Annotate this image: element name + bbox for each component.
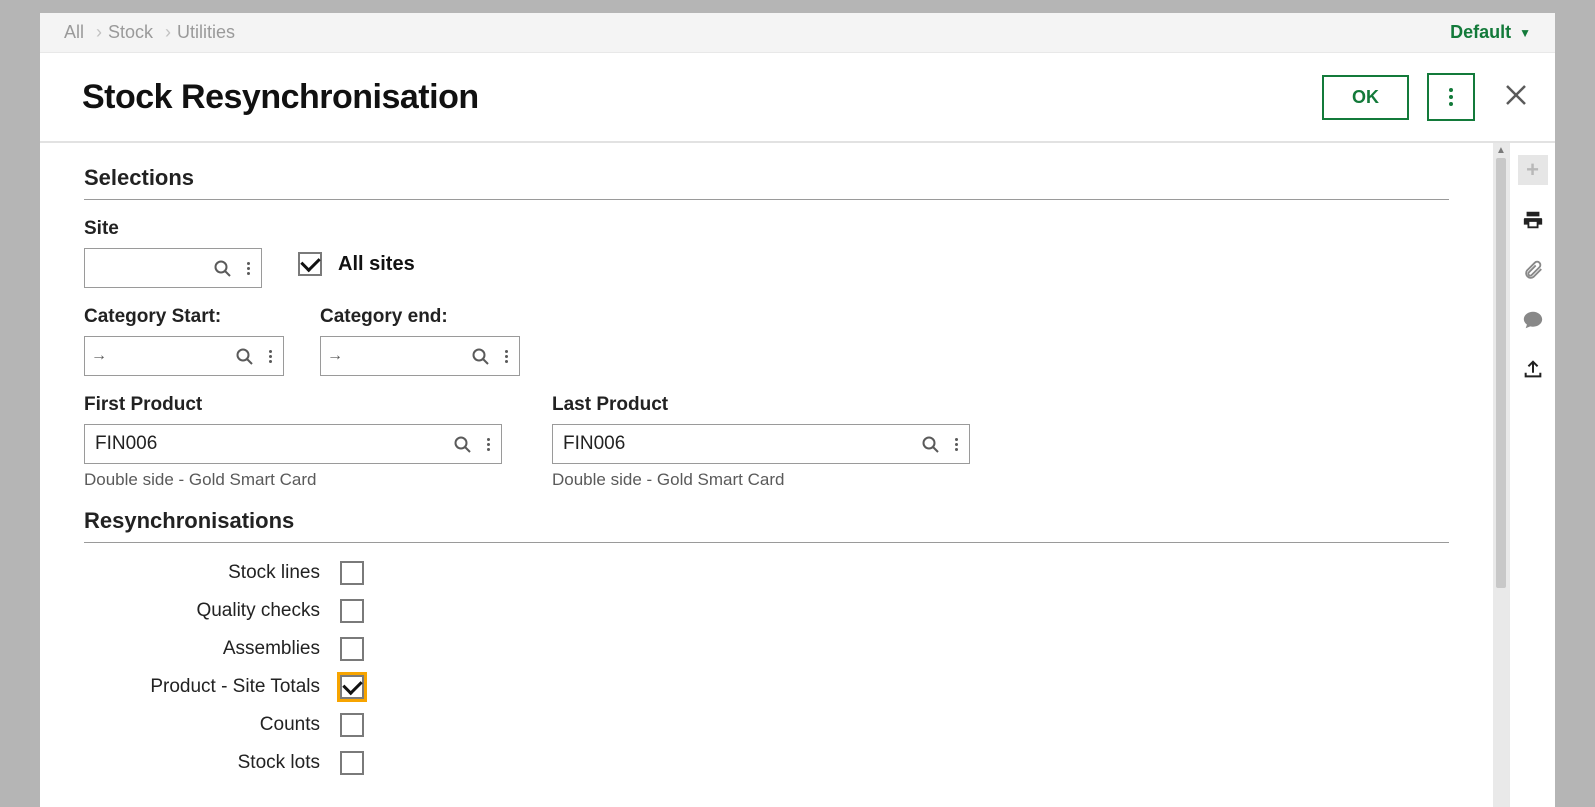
- body: Selections Site: [40, 143, 1555, 807]
- scroll-up-arrow-icon[interactable]: ▲: [1496, 145, 1506, 156]
- field-menu-button[interactable]: [235, 262, 261, 275]
- vertical-dots-icon: [1449, 88, 1453, 106]
- close-button[interactable]: [1501, 82, 1531, 112]
- search-icon[interactable]: [209, 260, 235, 277]
- resync-row: Assemblies: [84, 637, 1449, 661]
- search-icon[interactable]: [467, 348, 493, 365]
- search-icon[interactable]: [449, 436, 475, 453]
- first-product-input-wrap: [84, 424, 502, 464]
- last-product-helper: Double side - Gold Smart Card: [552, 470, 970, 490]
- search-icon[interactable]: [231, 348, 257, 365]
- category-start-input-wrap: →: [84, 336, 284, 376]
- resync-checkbox[interactable]: [340, 675, 364, 699]
- attachment-icon[interactable]: [1518, 255, 1548, 285]
- resync-item-label: Stock lots: [84, 752, 320, 774]
- last-product-input[interactable]: [553, 433, 917, 455]
- field-menu-button[interactable]: [475, 438, 501, 451]
- site-input[interactable]: [85, 257, 209, 279]
- resync-row: Quality checks: [84, 599, 1449, 623]
- resync-row: Stock lots: [84, 751, 1449, 775]
- app-window: All › Stock › Utilities Default ▼ Stock …: [40, 13, 1555, 807]
- category-end-label: Category end:: [320, 306, 520, 328]
- resync-checkbox[interactable]: [340, 637, 364, 661]
- resync-row: Counts: [84, 713, 1449, 737]
- breadcrumb-utilities[interactable]: Utilities: [177, 22, 235, 43]
- resync-item-label: Product - Site Totals: [84, 676, 320, 698]
- view-mode-label[interactable]: Default: [1450, 22, 1511, 43]
- export-icon[interactable]: [1518, 355, 1548, 385]
- category-start-input[interactable]: [113, 345, 231, 367]
- resync-item-label: Quality checks: [84, 600, 320, 622]
- section-resync-title: Resynchronisations: [84, 508, 1449, 534]
- right-rail: +: [1509, 143, 1555, 807]
- category-start-label: Category Start:: [84, 306, 284, 328]
- resync-item-label: Assemblies: [84, 638, 320, 660]
- print-icon[interactable]: [1518, 205, 1548, 235]
- chevron-right-icon: ›: [96, 22, 102, 43]
- resync-list: Stock lines Quality checks Assemblies Produ…: [84, 561, 1449, 775]
- breadcrumb: All › Stock › Utilities Default ▼: [40, 13, 1555, 53]
- first-product-input[interactable]: [85, 433, 449, 455]
- first-product-label: First Product: [84, 394, 502, 416]
- resync-row: Stock lines: [84, 561, 1449, 585]
- page-header: Stock Resynchronisation OK: [40, 53, 1555, 143]
- field-menu-button[interactable]: [493, 350, 519, 363]
- last-product-input-wrap: [552, 424, 970, 464]
- breadcrumb-all[interactable]: All: [64, 22, 84, 43]
- resync-row: Product - Site Totals: [84, 675, 1449, 699]
- all-sites-label: All sites: [338, 253, 415, 276]
- section-rule: [84, 542, 1449, 543]
- arrow-right-icon: →: [321, 347, 349, 365]
- comment-icon[interactable]: [1518, 305, 1548, 335]
- close-icon: [1503, 82, 1529, 113]
- site-label: Site: [84, 218, 262, 240]
- arrow-right-icon: →: [85, 347, 113, 365]
- form-area: Selections Site: [40, 143, 1493, 807]
- field-menu-button[interactable]: [257, 350, 283, 363]
- resync-checkbox[interactable]: [340, 599, 364, 623]
- last-product-label: Last Product: [552, 394, 970, 416]
- category-end-input[interactable]: [349, 345, 467, 367]
- caret-down-icon[interactable]: ▼: [1519, 26, 1531, 40]
- resync-item-label: Counts: [84, 714, 320, 736]
- more-actions-button[interactable]: [1427, 73, 1475, 121]
- resync-checkbox[interactable]: [340, 751, 364, 775]
- add-icon[interactable]: +: [1518, 155, 1548, 185]
- field-menu-button[interactable]: [943, 438, 969, 451]
- search-icon[interactable]: [917, 436, 943, 453]
- all-sites-checkbox[interactable]: [298, 252, 322, 276]
- page-title: Stock Resynchronisation: [82, 78, 479, 117]
- site-input-wrap: [84, 248, 262, 288]
- scrollbar[interactable]: ▲: [1493, 143, 1509, 807]
- chevron-right-icon: ›: [165, 22, 171, 43]
- breadcrumb-stock[interactable]: Stock: [108, 22, 153, 43]
- resync-checkbox[interactable]: [340, 713, 364, 737]
- category-end-input-wrap: →: [320, 336, 520, 376]
- first-product-helper: Double side - Gold Smart Card: [84, 470, 502, 490]
- resync-checkbox[interactable]: [340, 561, 364, 585]
- ok-button[interactable]: OK: [1322, 75, 1409, 120]
- section-selections-title: Selections: [84, 165, 1449, 191]
- scrollbar-thumb[interactable]: [1496, 158, 1506, 588]
- resync-item-label: Stock lines: [84, 562, 320, 584]
- section-rule: [84, 199, 1449, 200]
